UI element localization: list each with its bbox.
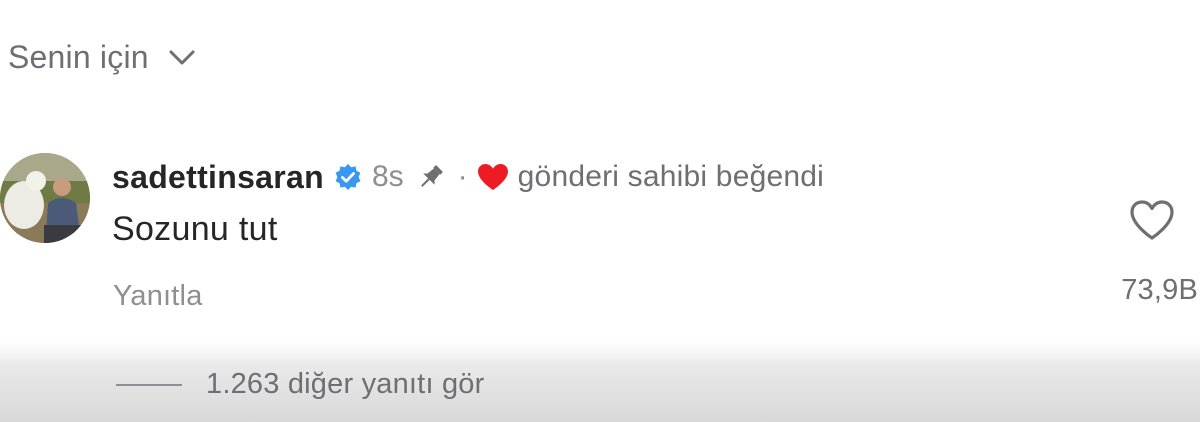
heart-outline-icon[interactable] — [1128, 198, 1176, 244]
view-replies-label: 1.263 diğer yanıtı gör — [206, 368, 485, 400]
chevron-down-icon — [165, 41, 199, 75]
heart-filled-icon — [476, 160, 512, 194]
replies-divider-line — [116, 383, 182, 386]
avatar[interactable] — [0, 153, 90, 243]
comment-time: 8s — [371, 160, 404, 193]
view-replies-button[interactable]: 1.263 diğer yanıtı gör — [116, 368, 484, 401]
pin-icon — [416, 160, 450, 194]
sort-label: Senin için — [8, 38, 149, 75]
reply-button[interactable]: Yanıtla — [113, 280, 203, 313]
liked-by-author-label: gönderi sahibi beğendi — [517, 160, 824, 193]
verified-badge-icon — [334, 162, 364, 192]
comment-text: Sozunu tut — [112, 210, 278, 248]
like-count: 73,9B — [1121, 274, 1198, 306]
sort-dropdown[interactable]: Senin için — [8, 34, 199, 80]
separator-dot: · — [457, 160, 468, 193]
comment-header: sadettinsaran 8s · gönderi sahibi beğend… — [112, 154, 824, 200]
username[interactable]: sadettinsaran — [112, 159, 324, 196]
